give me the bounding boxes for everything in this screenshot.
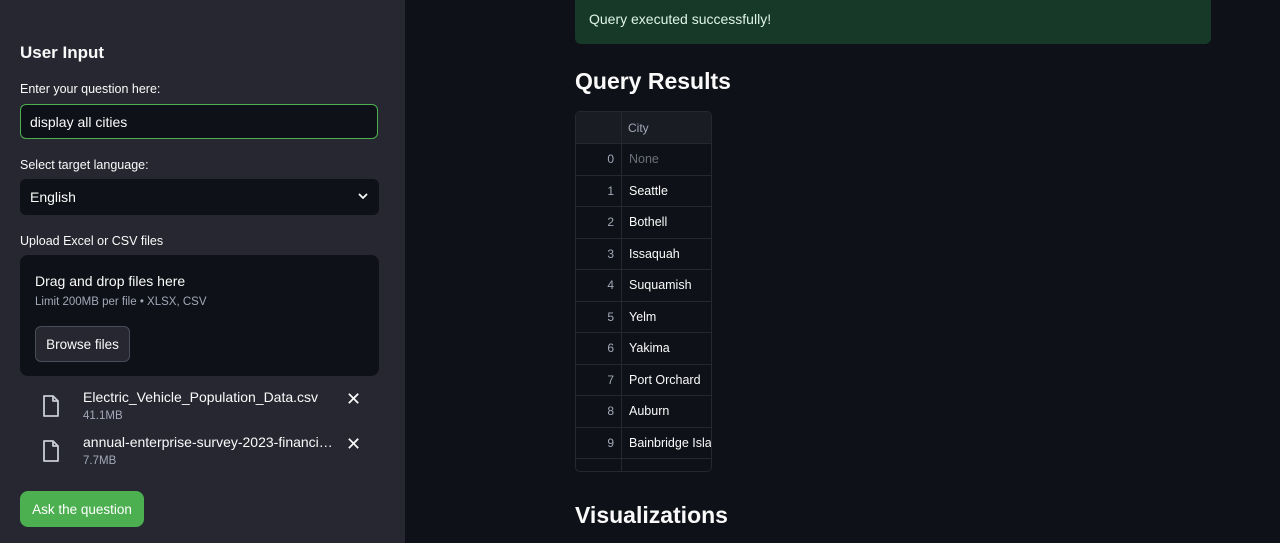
question-input-value: display all cities [30, 113, 128, 130]
cell-city[interactable]: Suquamish [629, 278, 692, 292]
table-row: 4 Suquamish [576, 270, 711, 302]
cell-city[interactable]: Auburn [629, 404, 669, 418]
table-row: 5 Yelm [576, 302, 711, 333]
row-index: 6 [607, 341, 614, 355]
file-name: Electric_Vehicle_Population_Data.csv [83, 389, 319, 405]
file-size: 7.7MB [83, 455, 117, 467]
table-row: 0 None [576, 144, 711, 176]
file-name: annual-enterprise-survey-2023-financial-… [83, 434, 333, 450]
sidebar: User Input Enter your question here: dis… [0, 0, 405, 543]
row-index: 7 [607, 372, 614, 387]
file-size: 41.1MB [83, 410, 123, 422]
success-alert: Query executed successfully! [575, 0, 1211, 44]
browse-files-button[interactable]: Browse files [35, 326, 130, 362]
uploaded-file-item: Electric_Vehicle_Population_Data.csv 41.… [38, 389, 368, 429]
question-label: Enter your question here: [20, 82, 161, 96]
question-input[interactable]: display all cities [20, 104, 378, 139]
table-header: City [576, 112, 711, 144]
cell-city[interactable]: None [629, 152, 659, 166]
row-index: 0 [607, 152, 614, 166]
row-index: 2 [607, 215, 614, 229]
dropzone-limit: Limit 200MB per file • XLSX, CSV [35, 296, 207, 308]
cell-city[interactable]: Yakima [629, 341, 670, 355]
upload-label: Upload Excel or CSV files [20, 234, 164, 248]
language-select[interactable]: English [20, 179, 379, 215]
cell-city[interactable]: Yelm [629, 310, 656, 324]
cell-city[interactable]: Seattle [629, 184, 668, 198]
table-row: 6 Yakima [576, 333, 711, 365]
file-icon [40, 439, 62, 468]
table-row: 7 Port Orchard [576, 365, 711, 396]
row-index: 3 [607, 246, 614, 261]
table-row: 9 Bainbridge Islar [576, 428, 711, 459]
query-results-heading: Query Results [575, 68, 731, 94]
chevron-down-icon [357, 189, 369, 205]
table-row: 1 Seattle [576, 176, 711, 207]
table-row: 3 Issaquah [576, 239, 711, 270]
row-index: 9 [607, 435, 614, 450]
row-index: 8 [607, 404, 614, 418]
sidebar-title: User Input [20, 43, 105, 62]
table-row: 2 Bothell [576, 207, 711, 239]
visualizations-heading: Visualizations [575, 502, 728, 528]
column-header-city[interactable]: City [628, 121, 649, 135]
close-icon[interactable]: ✕ [346, 435, 361, 453]
language-select-value: English [30, 189, 76, 205]
cell-city[interactable]: Bothell [629, 215, 667, 229]
dropzone-title: Drag and drop files here [35, 273, 186, 289]
row-index: 4 [607, 278, 614, 292]
index-column-divider [621, 112, 622, 471]
cell-city[interactable]: Port Orchard [629, 373, 701, 387]
close-icon[interactable]: ✕ [346, 390, 361, 408]
cell-city[interactable]: Bainbridge Islar [629, 436, 711, 450]
row-index: 5 [607, 309, 614, 324]
uploaded-file-item: annual-enterprise-survey-2023-financial-… [38, 434, 368, 474]
cell-city[interactable]: Issaquah [629, 247, 680, 261]
file-dropzone[interactable]: Drag and drop files here Limit 200MB per… [20, 255, 379, 376]
row-index: 1 [607, 183, 614, 198]
ask-question-button[interactable]: Ask the question [20, 491, 144, 527]
file-icon [40, 394, 62, 423]
results-table[interactable]: City 0 None 1 Seattle 2 Bothell 3 Issaqu… [575, 111, 712, 472]
language-label: Select target language: [20, 158, 149, 172]
table-row: 8 Auburn [576, 396, 711, 428]
